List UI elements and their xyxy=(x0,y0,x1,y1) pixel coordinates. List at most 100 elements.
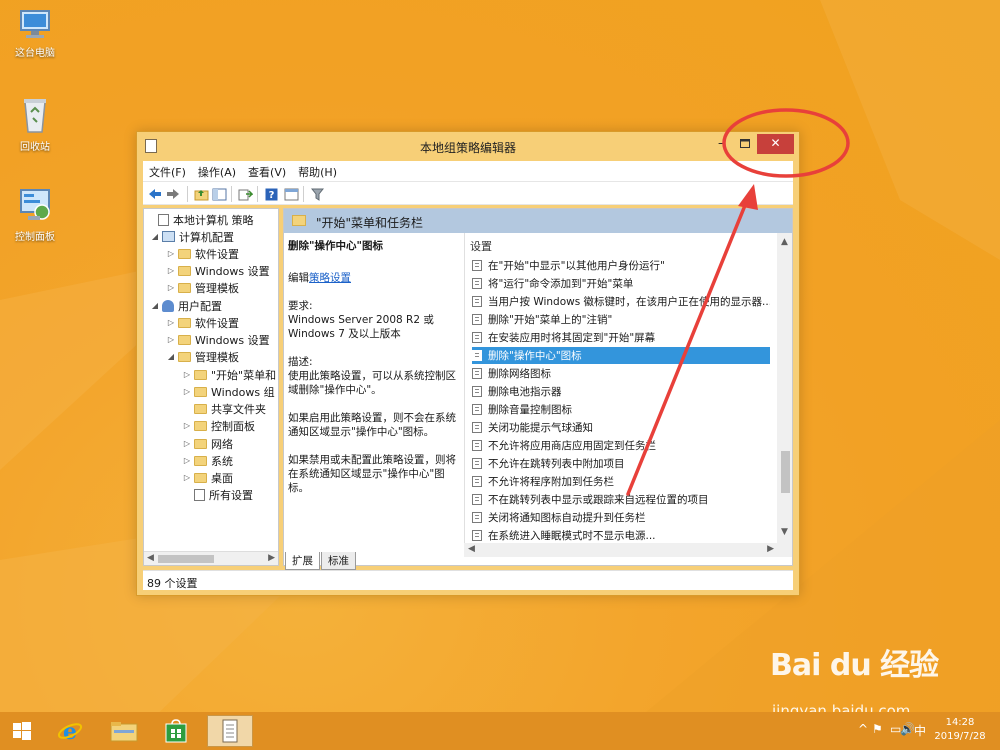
settings-column-header[interactable]: 设置 xyxy=(470,238,492,254)
scroll-left-icon[interactable]: ◀ xyxy=(147,553,154,563)
menu-view[interactable]: 查看(V) xyxy=(242,161,292,183)
setting-row[interactable]: 将"运行"命令添加到"开始"菜单 xyxy=(472,275,770,292)
tree-item-windows-components[interactable]: ▷ Windows 组 xyxy=(182,383,275,400)
export-icon[interactable] xyxy=(237,186,253,202)
tree-item-computer-config[interactable]: ◢ 计算机配置 xyxy=(150,228,234,245)
scroll-down-icon[interactable]: ▼ xyxy=(781,527,788,537)
maximize-button[interactable] xyxy=(733,134,757,154)
menu-action[interactable]: 操作(A) xyxy=(192,161,242,183)
setting-row-selected[interactable]: 删除"操作中心"图标 xyxy=(472,347,770,364)
scrollbar-thumb[interactable] xyxy=(158,555,214,563)
tree-item-admin-templates[interactable]: ▷ 管理模板 xyxy=(166,279,239,296)
policy-description: 删除"操作中心"图标 编辑策略设置 要求: Windows Server 2008… xyxy=(284,233,462,543)
setting-row[interactable]: 不允许在跳转列表中附加项目 xyxy=(472,455,770,472)
volume-icon[interactable]: 🔊 xyxy=(900,722,915,736)
expand-arrow-icon[interactable]: ▷ xyxy=(182,473,192,482)
expand-arrow-icon[interactable]: ▷ xyxy=(166,335,176,344)
menu-file[interactable]: 文件(F) xyxy=(143,161,192,183)
tree-item-network[interactable]: ▷ 网络 xyxy=(182,435,233,452)
collapse-arrow-icon[interactable]: ◢ xyxy=(150,232,160,241)
edit-policy-link[interactable]: 策略设置 xyxy=(309,272,351,284)
setting-row[interactable]: 关闭将通知图标自动提升到任务栏 xyxy=(472,509,770,526)
input-method-indicator[interactable]: 中 xyxy=(914,722,926,739)
close-button[interactable]: ✕ xyxy=(757,134,794,154)
tab-extended[interactable]: 扩展 xyxy=(285,552,320,570)
forward-icon[interactable] xyxy=(165,186,181,202)
tree-item-control-panel[interactable]: ▷ 控制面板 xyxy=(182,417,255,434)
desktop-icon-this-pc[interactable]: 这台电脑 xyxy=(0,8,70,59)
setting-row[interactable]: 删除电池指示器 xyxy=(472,383,770,400)
policy-tree[interactable]: 本地计算机 策略 ◢ 计算机配置 ▷ 软件设置 ▷ Windows 设置 ▷ 管理模板 … xyxy=(143,208,279,566)
expand-arrow-icon[interactable]: ▷ xyxy=(182,387,192,396)
setting-row[interactable]: 关闭功能提示气球通知 xyxy=(472,419,770,436)
expand-arrow-icon[interactable]: ▷ xyxy=(166,318,176,327)
tree-item-start-menu-taskbar[interactable]: ▷ "开始"菜单和 xyxy=(182,366,276,383)
tree-item-user-config[interactable]: ◢ 用户配置 xyxy=(150,297,222,314)
collapse-arrow-icon[interactable]: ◢ xyxy=(166,352,176,361)
settings-vertical-scrollbar[interactable]: ▲ ▼ xyxy=(777,233,792,543)
system-clock[interactable]: 14:28 2019/7/28 xyxy=(930,716,990,744)
group-policy-editor-icon[interactable] xyxy=(207,715,253,747)
tree-item-software-settings[interactable]: ▷ 软件设置 xyxy=(166,245,239,262)
expand-arrow-icon[interactable]: ▷ xyxy=(166,249,176,258)
help-icon[interactable]: ? xyxy=(263,186,279,202)
scroll-right-icon[interactable]: ▶ xyxy=(268,553,275,563)
scrollbar-thumb[interactable] xyxy=(781,451,790,493)
windows-start-icon[interactable] xyxy=(2,715,42,747)
tree-item-all-settings[interactable]: 所有设置 xyxy=(182,486,253,503)
desktop-icon-control-panel[interactable]: 控制面板 xyxy=(0,188,70,243)
setting-row[interactable]: 不允许将应用商店应用固定到任务栏 xyxy=(472,437,770,454)
setting-row[interactable]: 在系统进入睡眠模式时不显示电源... xyxy=(472,527,770,544)
filter-icon[interactable] xyxy=(309,186,325,202)
tree-item-windows-settings[interactable]: ▷ Windows 设置 xyxy=(166,262,270,279)
policy-setting-icon xyxy=(472,260,482,271)
scroll-right-icon[interactable]: ▶ xyxy=(767,544,774,554)
title-bar[interactable]: 本地组策略编辑器 – ✕ xyxy=(137,132,799,160)
expand-arrow-icon[interactable]: ▷ xyxy=(182,421,192,430)
expand-arrow-icon[interactable]: ▷ xyxy=(166,283,176,292)
clock-date: 2019/7/28 xyxy=(934,731,986,742)
setting-row[interactable]: 删除音量控制图标 xyxy=(472,401,770,418)
setting-row[interactable]: 删除网络图标 xyxy=(472,365,770,382)
expand-arrow-icon[interactable]: ▷ xyxy=(182,370,192,379)
taskbar: e ^ ⚑ ▭ 🔊 中 14:28 2019/7/28 xyxy=(0,712,1000,750)
internet-explorer-icon[interactable]: e xyxy=(50,715,90,747)
setting-row[interactable]: 删除"开始"菜单上的"注销" xyxy=(472,311,770,328)
minimize-button[interactable]: – xyxy=(709,134,733,154)
expand-arrow-icon[interactable]: ▷ xyxy=(182,456,192,465)
tree-item-system[interactable]: ▷ 系统 xyxy=(182,452,233,469)
tree-item-local-computer-policy[interactable]: 本地计算机 策略 xyxy=(146,211,254,228)
show-hidden-icons[interactable]: ^ xyxy=(858,722,868,736)
setting-row[interactable]: 在安装应用时将其固定到"开始"屏幕 xyxy=(472,329,770,346)
scroll-left-icon[interactable]: ◀ xyxy=(468,544,475,554)
tab-standard[interactable]: 标准 xyxy=(321,552,356,570)
folder-icon xyxy=(178,282,191,293)
show-hide-tree-icon[interactable] xyxy=(211,186,227,202)
action-center-icon[interactable]: ⚑ xyxy=(872,722,883,736)
tree-item-desktop[interactable]: ▷ 桌面 xyxy=(182,469,233,486)
setting-row[interactable]: 当用户按 Windows 徽标键时，在该用户正在使用的显示器... xyxy=(472,293,770,310)
store-icon[interactable] xyxy=(156,715,196,747)
policy-setting-icon xyxy=(472,530,482,541)
up-folder-icon[interactable] xyxy=(193,186,209,202)
tree-item-windows-settings[interactable]: ▷ Windows 设置 xyxy=(166,331,270,348)
desktop-icon-recycle-bin[interactable]: 回收站 xyxy=(0,96,70,153)
expand-arrow-icon[interactable]: ▷ xyxy=(166,266,176,275)
setting-row[interactable]: 不在跳转列表中显示或跟踪来自远程位置的项目 xyxy=(472,491,770,508)
menu-help[interactable]: 帮助(H) xyxy=(292,161,343,183)
policy-setting-icon xyxy=(472,422,482,433)
tree-item-admin-templates[interactable]: ◢ 管理模板 xyxy=(166,348,239,365)
expand-arrow-icon[interactable]: ▷ xyxy=(182,439,192,448)
setting-row[interactable]: 在"开始"中显示"以其他用户身份运行" xyxy=(472,257,770,274)
tree-item-shared-folders[interactable]: 共享文件夹 xyxy=(182,400,266,417)
file-explorer-icon[interactable] xyxy=(104,715,144,747)
setting-row[interactable]: 不允许将程序附加到任务栏 xyxy=(472,473,770,490)
description-text: 描述: 使用此策略设置，可以从系统控制区域删除"操作中心"。 xyxy=(288,356,456,396)
tree-horizontal-scrollbar[interactable]: ◀ ▶ xyxy=(144,551,278,565)
collapse-arrow-icon[interactable]: ◢ xyxy=(150,301,160,310)
settings-horizontal-scrollbar[interactable]: ◀ ▶ xyxy=(464,543,792,557)
back-icon[interactable] xyxy=(147,186,163,202)
tree-item-software-settings[interactable]: ▷ 软件设置 xyxy=(166,314,239,331)
properties-icon[interactable] xyxy=(283,186,299,202)
scroll-up-icon[interactable]: ▲ xyxy=(781,237,788,247)
